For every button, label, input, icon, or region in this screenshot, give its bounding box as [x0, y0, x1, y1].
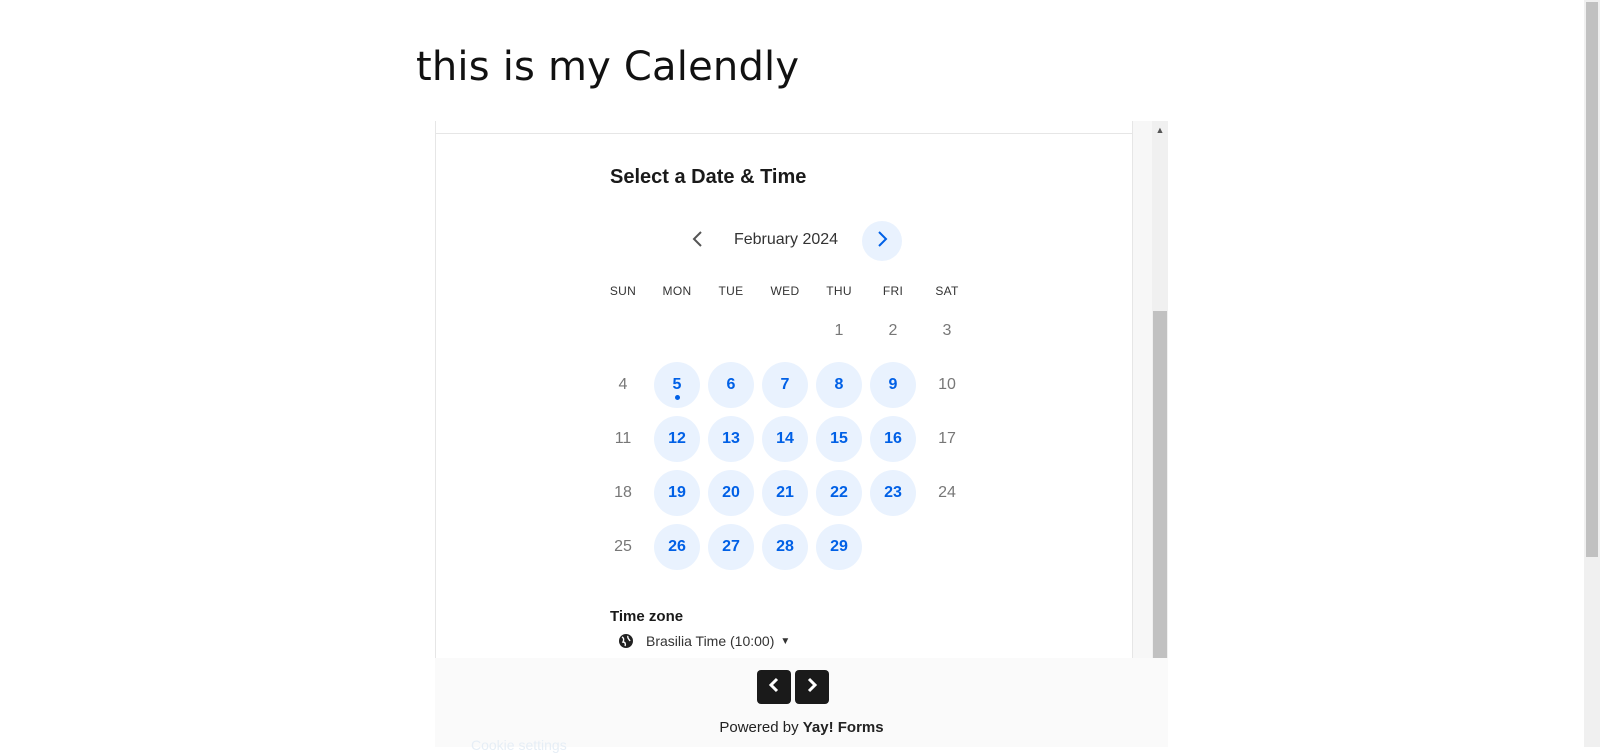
chevron-left-icon	[691, 228, 705, 254]
day-number: 14	[776, 430, 794, 447]
day-button[interactable]: 29	[816, 524, 862, 570]
cookie-settings-link[interactable]: Cookie settings	[471, 737, 567, 753]
weekday-wed: WED	[770, 284, 800, 298]
day-button[interactable]: 27	[708, 524, 754, 570]
day-button[interactable]: 28	[762, 524, 808, 570]
day-number: 4	[618, 376, 628, 393]
weekday-fri: FRI	[882, 284, 904, 298]
today-indicator	[675, 395, 680, 400]
day-label: 11	[600, 416, 646, 462]
day-label: 24	[924, 470, 970, 516]
page-scrollbar-thumb[interactable]	[1586, 2, 1598, 557]
day-number: 18	[614, 484, 632, 501]
day-number: 21	[776, 484, 794, 501]
day-number: 23	[884, 484, 902, 501]
day-button[interactable]: 21	[762, 470, 808, 516]
day-number: 19	[668, 484, 686, 501]
day-number: 20	[722, 484, 740, 501]
month-navigation: February 2024	[666, 221, 906, 261]
embed-scrollbar[interactable]: ▲	[1152, 121, 1168, 658]
day-number: 3	[942, 322, 952, 339]
scheduler-card: Select a Date & Time February 2024 SUN MO…	[435, 121, 1133, 658]
day-number: 11	[614, 430, 632, 447]
day-number: 27	[722, 538, 740, 555]
day-label: 25	[600, 524, 646, 570]
scheduler-heading: Select a Date & Time	[610, 166, 807, 188]
day-button[interactable]: 12	[654, 416, 700, 462]
day-number: 12	[668, 430, 686, 447]
day-button[interactable]: 23	[870, 470, 916, 516]
day-button[interactable]: 13	[708, 416, 754, 462]
timezone-value: Brasilia Time (10:00)	[646, 633, 775, 649]
day-number: 24	[938, 484, 956, 501]
day-number: 22	[830, 484, 848, 501]
powered-prefix: Powered by	[719, 719, 799, 736]
day-button[interactable]: 22	[816, 470, 862, 516]
day-number: 17	[938, 430, 956, 447]
day-label: 17	[924, 416, 970, 462]
page-scrollbar[interactable]	[1584, 0, 1600, 747]
timezone-label: Time zone	[610, 608, 684, 625]
calendar-grid: 1 2 3 4 5 6 7 8 9 10 11 12 13 14 15 16 17 18 19 20 21 22 23 24 2…	[600, 308, 978, 588]
day-number: 28	[776, 538, 794, 555]
scroll-up-icon[interactable]: ▲	[1152, 123, 1168, 137]
divider	[436, 133, 1132, 134]
weekday-tue: TUE	[718, 284, 744, 298]
powered-brand: Yay! Forms	[802, 719, 884, 736]
chevron-left-icon	[768, 677, 780, 698]
day-number: 15	[830, 430, 848, 447]
day-button[interactable]: 20	[708, 470, 754, 516]
chevron-right-icon	[875, 228, 889, 254]
previous-page-button[interactable]	[757, 670, 791, 704]
next-page-button[interactable]	[795, 670, 829, 704]
form-footer: Powered by Yay! Forms Cookie settings	[435, 658, 1168, 753]
month-label: February 2024	[733, 231, 839, 248]
day-label: 3	[924, 308, 970, 354]
form-pager	[757, 670, 829, 704]
day-button[interactable]: 14	[762, 416, 808, 462]
day-number: 25	[614, 538, 632, 555]
scrollbar-thumb[interactable]	[1153, 311, 1167, 658]
day-button[interactable]: 7	[762, 362, 808, 408]
day-number: 13	[722, 430, 740, 447]
day-number: 9	[888, 376, 898, 393]
day-number: 2	[888, 322, 898, 339]
day-number: 29	[830, 538, 848, 555]
calendly-embed: Select a Date & Time February 2024 SUN MO…	[435, 121, 1168, 753]
day-button[interactable]: 9	[870, 362, 916, 408]
day-number: 1	[834, 322, 844, 339]
day-button[interactable]: 26	[654, 524, 700, 570]
day-label: 1	[816, 308, 862, 354]
prev-month-button[interactable]	[684, 227, 712, 255]
day-label: 10	[924, 362, 970, 408]
day-button[interactable]: 5	[654, 362, 700, 408]
day-number: 26	[668, 538, 686, 555]
day-number: 16	[884, 430, 902, 447]
day-button[interactable]: 8	[816, 362, 862, 408]
day-label: 18	[600, 470, 646, 516]
weekday-thu: THU	[826, 284, 852, 298]
caret-down-icon: ▼	[780, 635, 791, 647]
day-label: 2	[870, 308, 916, 354]
day-button[interactable]: 16	[870, 416, 916, 462]
day-number: 6	[726, 376, 736, 393]
day-number: 7	[780, 376, 790, 393]
day-number: 10	[938, 376, 956, 393]
weekday-mon: MON	[662, 284, 692, 298]
weekday-sun: SUN	[609, 284, 637, 298]
day-number: 5	[672, 376, 682, 393]
day-button[interactable]: 19	[654, 470, 700, 516]
day-number: 8	[834, 376, 844, 393]
globe-icon	[618, 633, 634, 649]
timezone-select[interactable]: Brasilia Time (10:00) ▼	[618, 633, 790, 649]
day-button[interactable]: 6	[708, 362, 754, 408]
weekday-sat: SAT	[935, 284, 959, 298]
next-month-button[interactable]	[862, 221, 902, 261]
day-label: 4	[600, 362, 646, 408]
day-button[interactable]: 15	[816, 416, 862, 462]
page-title: this is my Calendly	[416, 44, 800, 90]
powered-by[interactable]: Powered by Yay! Forms	[435, 719, 1168, 736]
chevron-right-icon	[806, 677, 818, 698]
